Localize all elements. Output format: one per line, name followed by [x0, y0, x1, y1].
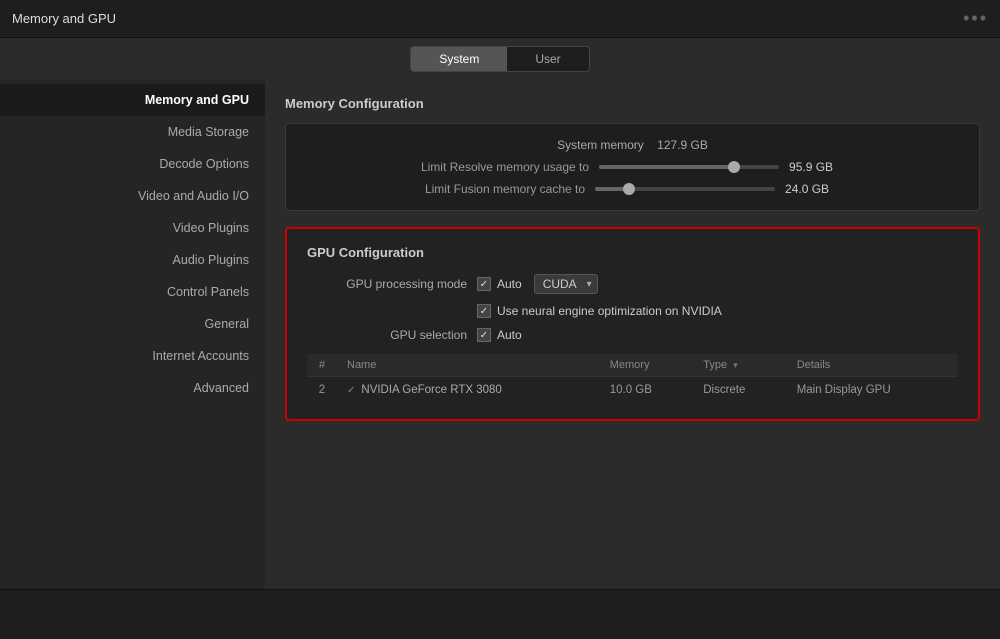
sidebar-item-internet-accounts[interactable]: Internet Accounts	[0, 340, 265, 372]
gpu-row-details: Main Display GPU	[787, 377, 958, 404]
sidebar: Memory and GPU Media Storage Decode Opti…	[0, 80, 265, 589]
tab-group: System User	[410, 46, 589, 72]
bottom-bar	[0, 589, 1000, 639]
main-content: Memory Configuration System memory 127.9…	[265, 80, 1000, 589]
gpu-selection-label: GPU selection	[307, 328, 477, 342]
memory-config-box: System memory 127.9 GB Limit Resolve mem…	[285, 123, 980, 211]
gpu-row-memory: 10.0 GB	[600, 377, 693, 404]
sidebar-item-advanced[interactable]: Advanced	[0, 372, 265, 404]
system-memory-label: System memory 127.9 GB	[306, 138, 959, 152]
window-menu-dots[interactable]: •••	[963, 8, 988, 29]
limit-fusion-value: 24.0 GB	[785, 182, 840, 196]
sidebar-item-video-plugins[interactable]: Video Plugins	[0, 212, 265, 244]
gpu-selection-checkbox[interactable]	[477, 328, 491, 342]
title-bar: Memory and GPU •••	[0, 0, 1000, 38]
gpu-table: # Name Memory Type ▾ Details 2	[307, 354, 958, 403]
gpu-processing-mode-row: GPU processing mode Auto CUDA	[307, 274, 958, 294]
neural-engine-checkbox[interactable]	[477, 304, 491, 318]
memory-section-title: Memory Configuration	[285, 96, 980, 111]
sidebar-item-audio-plugins[interactable]: Audio Plugins	[0, 244, 265, 276]
limit-resolve-slider[interactable]	[599, 165, 779, 169]
gpu-row-name: ✓ NVIDIA GeForce RTX 3080	[337, 377, 600, 403]
main-window: Memory and GPU ••• System User Memory an…	[0, 0, 1000, 639]
gpu-config-box: GPU Configuration GPU processing mode Au…	[285, 227, 980, 421]
limit-fusion-slider[interactable]	[595, 187, 775, 191]
limit-resolve-label: Limit Resolve memory usage to	[421, 160, 589, 174]
sidebar-item-decode-options[interactable]: Decode Options	[0, 148, 265, 180]
gpu-processing-mode-value: Auto	[497, 277, 522, 291]
limit-fusion-label: Limit Fusion memory cache to	[425, 182, 585, 196]
gpu-row-num: 2	[307, 377, 337, 404]
limit-resolve-value: 95.9 GB	[789, 160, 844, 174]
gpu-processing-mode-label: GPU processing mode	[307, 277, 477, 291]
gpu-processing-mode-dropdown[interactable]: CUDA	[534, 274, 598, 294]
gpu-col-num: #	[307, 354, 337, 377]
gpu-section-title: GPU Configuration	[307, 245, 958, 260]
gpu-col-type: Type ▾	[693, 354, 786, 377]
gpu-col-name: Name	[337, 354, 600, 377]
gpu-selection-checkbox-wrap: Auto	[477, 328, 522, 342]
neural-engine-row: Use neural engine optimization on NVIDIA	[307, 304, 958, 318]
tab-user[interactable]: User	[507, 47, 588, 71]
gpu-table-row: 2 ✓ NVIDIA GeForce RTX 3080 10.0 GB Disc…	[307, 377, 958, 404]
system-memory-row: System memory 127.9 GB	[306, 138, 959, 152]
limit-fusion-row: Limit Fusion memory cache to 24.0 GB	[306, 182, 959, 196]
limit-resolve-row: Limit Resolve memory usage to 95.9 GB	[306, 160, 959, 174]
sidebar-item-media-storage[interactable]: Media Storage	[0, 116, 265, 148]
gpu-selection-value: Auto	[497, 328, 522, 342]
tab-bar: System User	[0, 38, 1000, 80]
gpu-row-type: Discrete	[693, 377, 786, 404]
type-sort-icon: ▾	[733, 360, 738, 370]
neural-engine-label: Use neural engine optimization on NVIDIA	[497, 304, 722, 318]
window-title: Memory and GPU	[12, 11, 116, 26]
sidebar-item-video-audio-io[interactable]: Video and Audio I/O	[0, 180, 265, 212]
tab-system[interactable]: System	[411, 47, 507, 71]
sidebar-item-general[interactable]: General	[0, 308, 265, 340]
sidebar-item-control-panels[interactable]: Control Panels	[0, 276, 265, 308]
gpu-processing-mode-checkbox-wrap: Auto CUDA	[477, 274, 598, 294]
gpu-col-details: Details	[787, 354, 958, 377]
gpu-row-check: ✓	[347, 385, 355, 396]
gpu-processing-mode-checkbox[interactable]	[477, 277, 491, 291]
content-area: Memory and GPU Media Storage Decode Opti…	[0, 80, 1000, 589]
gpu-selection-row: GPU selection Auto	[307, 328, 958, 342]
sidebar-item-memory-gpu[interactable]: Memory and GPU	[0, 84, 265, 116]
gpu-col-memory: Memory	[600, 354, 693, 377]
neural-engine-checkbox-wrap: Use neural engine optimization on NVIDIA	[477, 304, 722, 318]
